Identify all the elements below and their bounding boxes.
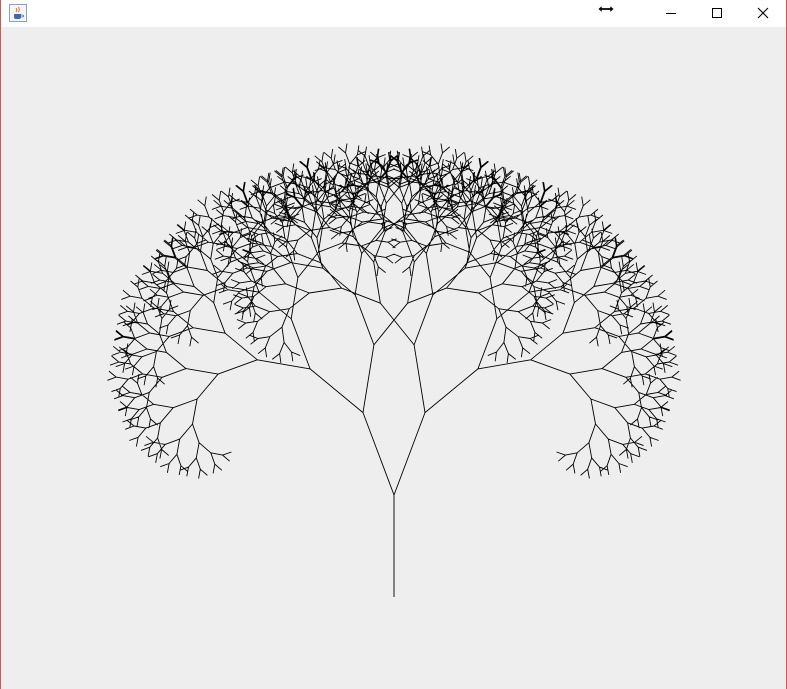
app-window (0, 0, 787, 689)
close-button[interactable] (740, 0, 786, 27)
close-icon (757, 4, 769, 23)
minimize-icon (665, 4, 677, 23)
title-bar[interactable] (1, 0, 786, 27)
maximize-button[interactable] (694, 0, 740, 27)
minimize-button[interactable] (648, 0, 694, 27)
tree-branches (107, 143, 681, 597)
drawing-canvas (1, 27, 786, 689)
maximize-icon (711, 4, 723, 23)
fractal-tree-drawing (1, 27, 786, 689)
java-cup-icon[interactable] (9, 4, 27, 22)
horizontal-resize-cursor-icon (597, 1, 615, 15)
